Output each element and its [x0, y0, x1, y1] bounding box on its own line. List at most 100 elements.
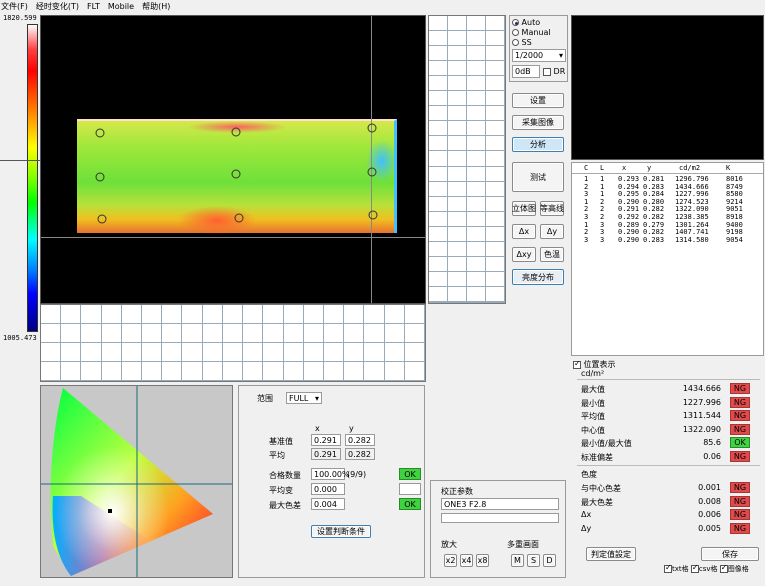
pass-count-value: (9/9)	[347, 470, 367, 479]
csv-format-checkbox[interactable]	[690, 563, 699, 573]
brightness-distribution-button[interactable]: 亮度分布	[512, 269, 564, 285]
scale-min-label: 1005.473	[3, 334, 37, 342]
chroma-title: 色度	[581, 470, 597, 479]
zoom-label: 放大	[441, 540, 457, 549]
zoom-x8-button[interactable]: x8	[476, 554, 489, 567]
stats-panel: 位置表示 cd/m² 最大值1434.666NG最小值1227.996NG平均值…	[571, 357, 764, 585]
multi-screen-label: 多重画面	[507, 540, 539, 549]
judgement-panel: 范围 FULL ▾ x y 基准值 0.291 0.282 平均 0.291 0.…	[238, 385, 425, 578]
scale-max-label: 1820.599	[3, 14, 37, 22]
status-badge: NG	[730, 410, 750, 421]
column-y-label: y	[349, 424, 354, 433]
measure-button[interactable]: 测试	[512, 162, 564, 192]
status-badge: NG	[730, 482, 750, 493]
range-label: 范围	[257, 394, 273, 403]
exposure-panel: Auto Manual SS 1/2000 ▾ 0dB DR	[509, 15, 568, 82]
unit-label: cd/m²	[581, 369, 605, 378]
stats-label: 平均值	[581, 412, 605, 421]
calibration-value-field: ONE3 F2.8	[441, 498, 559, 510]
pass-rate-field: 100.00%	[311, 468, 350, 480]
radio-auto[interactable]	[512, 19, 519, 26]
capture-button[interactable]: 采集图像	[512, 115, 564, 130]
multi-s-button[interactable]: S	[527, 554, 540, 567]
image-format-checkbox[interactable]	[719, 563, 728, 573]
contour-button[interactable]: 等高线	[540, 201, 564, 216]
menu-time-change[interactable]: 经时变化(T)	[36, 0, 79, 13]
table-cell: 0.283	[643, 235, 665, 244]
zoom-x4-button[interactable]: x4	[460, 554, 473, 567]
table-row[interactable]: 3 3 0.290 0.283 1314.580 9054	[572, 236, 763, 244]
radio-manual[interactable]	[512, 29, 519, 36]
mode-auto[interactable]: Auto	[512, 18, 540, 27]
view3d-button[interactable]: 立体图	[512, 201, 536, 216]
divider	[577, 379, 760, 380]
preview-view	[571, 15, 764, 160]
menu-mobile[interactable]: Mobile	[108, 0, 134, 13]
divider	[577, 465, 760, 466]
max-diff-label: 最大色差	[269, 501, 301, 510]
settings-button[interactable]: 设置	[512, 93, 564, 108]
menu-file[interactable]: 文件(F)	[1, 0, 28, 13]
analyze-button[interactable]: 分析	[512, 137, 564, 152]
delta-y-button[interactable]: Δy	[540, 224, 564, 239]
table-cell: 3	[600, 235, 605, 244]
zoom-x2-button[interactable]: x2	[444, 554, 457, 567]
gain-field[interactable]: 0dB	[512, 65, 540, 78]
calibration-title: 校正参数	[441, 487, 473, 496]
calibration-progress	[441, 513, 559, 523]
scale-tick-line	[0, 160, 40, 161]
stats-value: 85.6	[703, 438, 721, 447]
avg-variation-status	[399, 483, 421, 495]
average-label: 平均	[269, 451, 285, 460]
delta-x-button[interactable]: Δx	[512, 224, 536, 239]
avg-variation-field: 0.000	[311, 483, 345, 495]
status-badge: NG	[730, 495, 750, 507]
stats-value: 1434.666	[682, 384, 721, 393]
stats-label: 中心值	[581, 425, 605, 435]
chevron-down-icon: ▾	[314, 394, 319, 403]
vertical-profile-grid	[428, 15, 506, 304]
results-table: C L x y cd/m2 K 1 1 0.293 0.281 1296.796 8016…	[571, 162, 764, 356]
mode-ss[interactable]: SS	[512, 38, 532, 47]
txt-format-checkbox[interactable]	[664, 563, 672, 573]
export-options: txt格 csv格 图像格	[664, 563, 749, 574]
menu-help[interactable]: 帮助(H)	[142, 0, 170, 13]
menu-flt[interactable]: FLT	[87, 0, 100, 13]
table-cell: 9054	[726, 235, 743, 244]
chroma-label: 最大色差	[581, 497, 613, 507]
luminance-image-view[interactable]	[40, 15, 426, 304]
horizontal-profile-grid	[40, 304, 426, 382]
shutter-select[interactable]: 1/2000 ▾	[512, 49, 566, 62]
multi-d-button[interactable]: D	[543, 554, 556, 567]
color-scale-bar	[27, 24, 38, 332]
status-badge: NG	[730, 383, 750, 394]
radio-ss[interactable]	[512, 39, 519, 46]
judge-setting-button[interactable]: 判定值設定	[586, 547, 636, 561]
stats-label: 最大值	[581, 385, 605, 394]
reference-label: 基准值	[269, 437, 293, 446]
color-temp-button[interactable]: 色温	[540, 247, 564, 262]
mode-manual[interactable]: Manual	[512, 28, 551, 37]
reference-y-field[interactable]: 0.282	[345, 434, 375, 446]
pass-count-label: 合格数量	[269, 471, 301, 480]
chroma-value: 0.005	[698, 523, 721, 533]
set-judge-condition-button[interactable]: 设置判断条件	[311, 525, 371, 538]
delta-xy-button[interactable]: Δxy	[512, 247, 536, 262]
reference-x-field[interactable]: 0.291	[311, 434, 341, 446]
stats-label: 最小值	[581, 398, 605, 408]
range-select[interactable]: FULL ▾	[286, 392, 322, 404]
chroma-value: 0.001	[698, 483, 721, 492]
chroma-value: 0.008	[698, 496, 721, 506]
status-badge: NG	[730, 509, 750, 520]
table-header: C L x y cd/m2 K	[572, 164, 763, 174]
status-badge: NG	[730, 450, 750, 462]
dr-checkbox[interactable]: DR	[543, 67, 565, 76]
chromaticity-diagram[interactable]	[40, 385, 233, 578]
menu-bar: 文件(F) 经时变化(T) FLT Mobile 帮助(H)	[0, 0, 765, 13]
multi-m-button[interactable]: M	[511, 554, 524, 567]
stats-value: 0.06	[703, 451, 721, 461]
pass-status-badge: OK	[399, 468, 421, 480]
stats-label: 最小值/最大值	[581, 439, 632, 448]
chroma-label: Δx	[581, 510, 592, 519]
save-button[interactable]: 保存	[701, 547, 759, 561]
